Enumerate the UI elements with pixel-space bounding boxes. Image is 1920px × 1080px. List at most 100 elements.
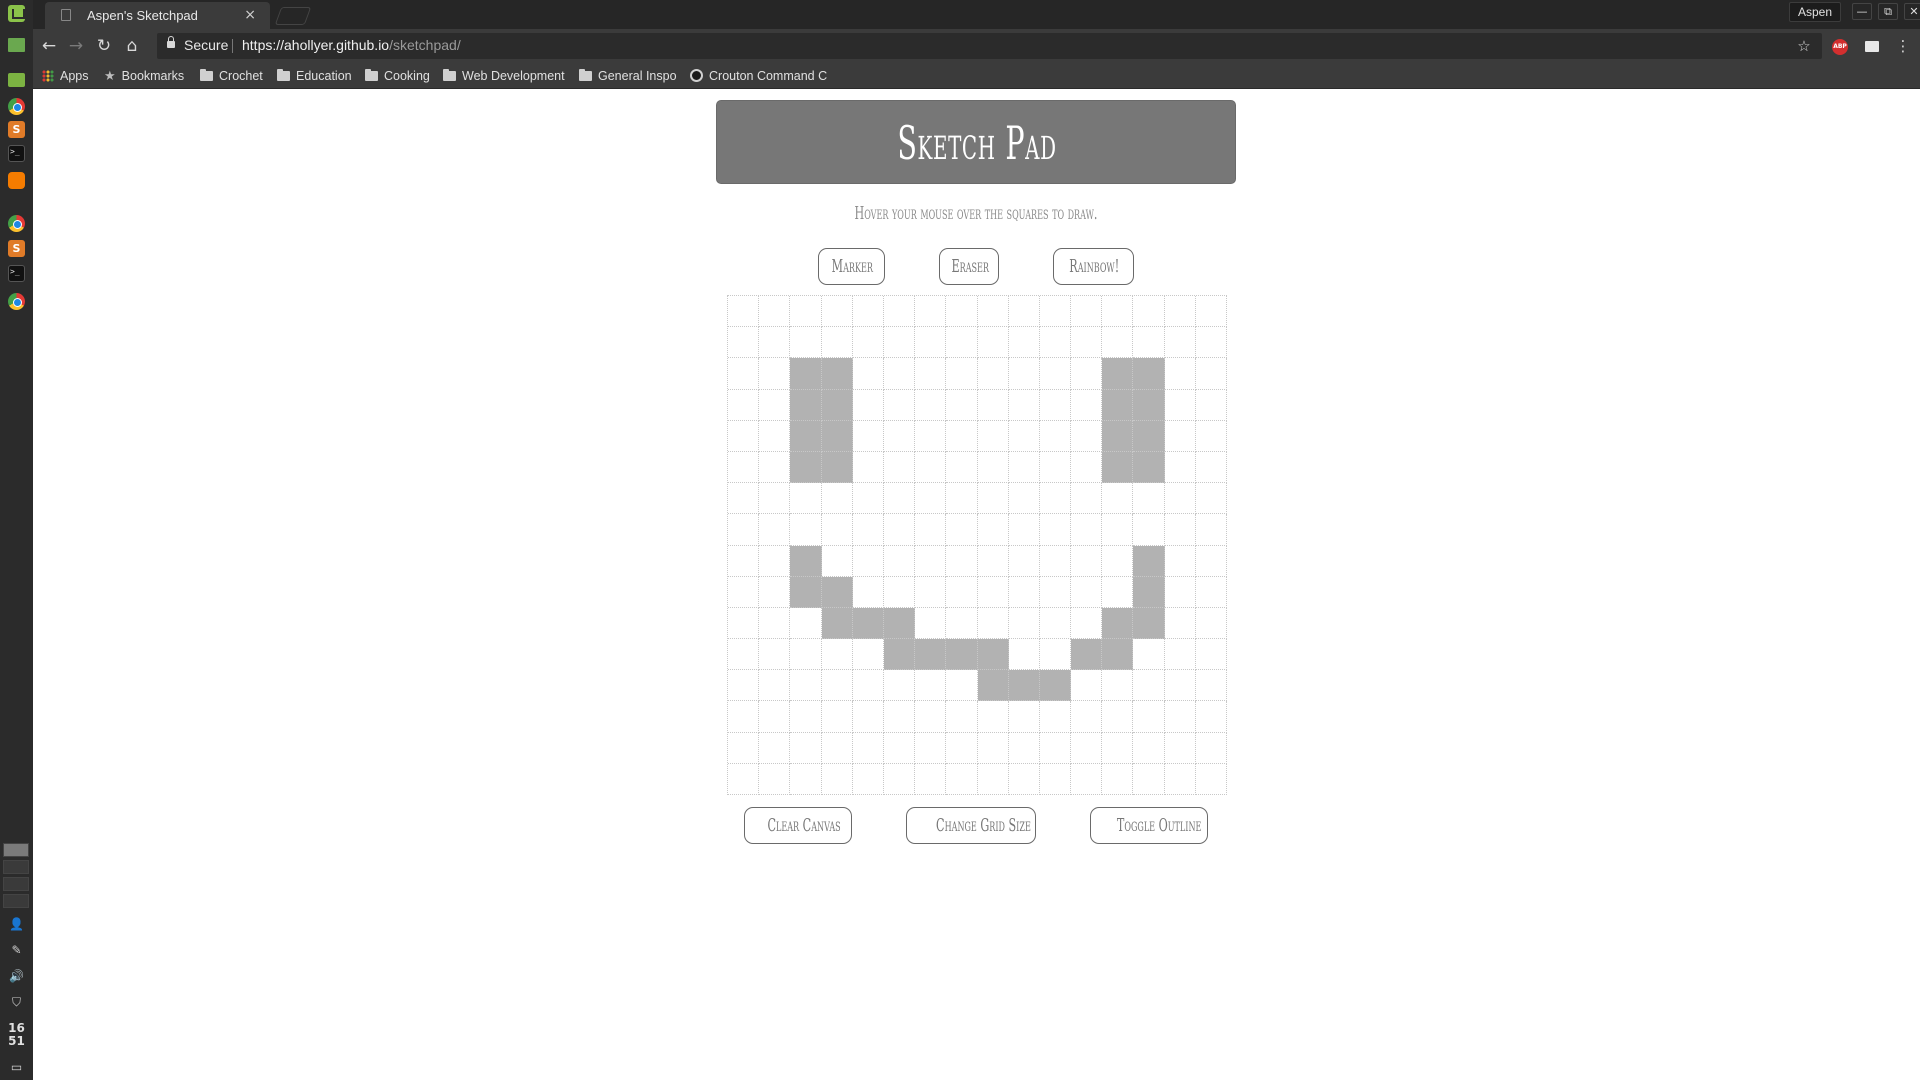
grid-cell[interactable] <box>1195 389 1227 421</box>
grid-cell[interactable] <box>1195 576 1227 608</box>
grid-cell[interactable] <box>915 296 947 328</box>
grid-cell[interactable] <box>728 420 760 452</box>
grid-cell[interactable] <box>915 545 947 577</box>
grid-cell[interactable] <box>977 451 1009 484</box>
grid-cell[interactable] <box>728 639 760 671</box>
grid-cell[interactable] <box>790 576 822 608</box>
grid-cell[interactable] <box>1008 763 1040 795</box>
user-icon[interactable]: 👤 <box>9 917 24 932</box>
bookmark-education[interactable]: Education <box>277 67 352 85</box>
new-tab-button[interactable] <box>274 7 312 25</box>
grid-cell[interactable] <box>790 639 822 671</box>
grid-cell[interactable] <box>852 763 884 795</box>
grid-cell[interactable] <box>759 545 791 577</box>
grid-cell[interactable] <box>977 358 1009 390</box>
grid-cell[interactable] <box>852 607 884 640</box>
grid-cell[interactable] <box>728 732 760 764</box>
grid-cell[interactable] <box>883 670 916 702</box>
grid-cell[interactable] <box>1071 389 1103 421</box>
grid-cell[interactable] <box>946 639 978 671</box>
grid-cell[interactable] <box>728 701 760 733</box>
grid-cell[interactable] <box>946 732 978 764</box>
grid-cell[interactable] <box>1008 296 1040 328</box>
grid-cell[interactable] <box>1164 732 1196 764</box>
grid-cell[interactable] <box>946 514 978 546</box>
grid-cell[interactable] <box>1102 639 1134 671</box>
grid-cell[interactable] <box>883 358 916 390</box>
grid-cell[interactable] <box>1071 732 1103 764</box>
grid-cell[interactable] <box>1071 296 1103 328</box>
grid-cell[interactable] <box>790 420 822 452</box>
grid-cell[interactable] <box>915 451 947 484</box>
grid-cell[interactable] <box>1195 296 1227 328</box>
grid-cell[interactable] <box>946 327 978 359</box>
grid-cell[interactable] <box>946 296 978 328</box>
grid-cell[interactable] <box>728 545 760 577</box>
grid-cell[interactable] <box>946 607 978 640</box>
grid-cell[interactable] <box>1195 732 1227 764</box>
grid-cell[interactable] <box>1195 358 1227 390</box>
grid-cell[interactable] <box>1102 389 1134 421</box>
grid-cell[interactable] <box>946 389 978 421</box>
grid-cell[interactable] <box>1008 545 1040 577</box>
grid-cell[interactable] <box>1039 514 1072 546</box>
grid-cell[interactable] <box>728 327 760 359</box>
window-list-icon[interactable]: ▭ <box>9 1060 24 1075</box>
grid-cell[interactable] <box>1071 451 1103 484</box>
grid-cell[interactable] <box>852 389 884 421</box>
grid-cell[interactable] <box>1195 701 1227 733</box>
rainbow-button[interactable]: Rainbow! <box>1053 248 1134 285</box>
grid-cell[interactable] <box>1195 639 1227 671</box>
workspace-4[interactable] <box>3 894 29 908</box>
grid-cell[interactable] <box>1164 701 1196 733</box>
grid-cell[interactable] <box>1164 670 1196 702</box>
grid-cell[interactable] <box>852 483 884 515</box>
grid-cell[interactable] <box>1164 763 1196 795</box>
grid-cell[interactable] <box>1039 670 1072 702</box>
grid-cell[interactable] <box>790 545 822 577</box>
grid-cell[interactable] <box>946 451 978 484</box>
grid-cell[interactable] <box>1008 701 1040 733</box>
grid-cell[interactable] <box>915 732 947 764</box>
grid-cell[interactable] <box>852 296 884 328</box>
grid-cell[interactable] <box>946 545 978 577</box>
grid-cell[interactable] <box>1008 327 1040 359</box>
grid-cell[interactable] <box>883 296 916 328</box>
grid-cell[interactable] <box>1039 639 1072 671</box>
grid-cell[interactable] <box>915 639 947 671</box>
grid-cell[interactable] <box>915 483 947 515</box>
grid-cell[interactable] <box>1102 358 1134 390</box>
grid-cell[interactable] <box>1039 451 1072 484</box>
grid-cell[interactable] <box>790 451 822 484</box>
bookmark-bookmarks[interactable]: ★ Bookmarks <box>104 67 184 85</box>
tab-aspens-sketchpad[interactable]: Aspen's Sketchpad × <box>45 2 270 29</box>
grid-cell[interactable] <box>728 389 760 421</box>
grid-cell[interactable] <box>1164 483 1196 515</box>
grid-cell[interactable] <box>977 514 1009 546</box>
grid-cell[interactable] <box>852 451 884 484</box>
grid-cell[interactable] <box>946 358 978 390</box>
grid-cell[interactable] <box>821 358 853 390</box>
grid-cell[interactable] <box>977 296 1009 328</box>
bookmark-cooking[interactable]: Cooking <box>365 67 430 85</box>
chrome-launcher-icon[interactable] <box>8 98 25 115</box>
grid-cell[interactable] <box>759 732 791 764</box>
terminal-window-icon[interactable] <box>8 265 25 282</box>
grid-cell[interactable] <box>852 514 884 546</box>
grid-cell[interactable] <box>821 670 853 702</box>
grid-cell[interactable] <box>1008 358 1040 390</box>
grid-cell[interactable] <box>946 420 978 452</box>
grid-cell[interactable] <box>915 670 947 702</box>
grid-cell[interactable] <box>977 576 1009 608</box>
grid-cell[interactable] <box>915 389 947 421</box>
grid-cell[interactable] <box>821 607 853 640</box>
grid-cell[interactable] <box>946 576 978 608</box>
grid-cell[interactable] <box>1039 389 1072 421</box>
grid-cell[interactable] <box>1195 545 1227 577</box>
grid-cell[interactable] <box>1008 389 1040 421</box>
grid-cell[interactable] <box>1102 514 1134 546</box>
color-picker-icon[interactable]: ✎ <box>9 943 24 958</box>
bookmark-web-development[interactable]: Web Development <box>443 67 565 85</box>
grid-cell[interactable] <box>821 389 853 421</box>
grid-cell[interactable] <box>1102 296 1134 328</box>
